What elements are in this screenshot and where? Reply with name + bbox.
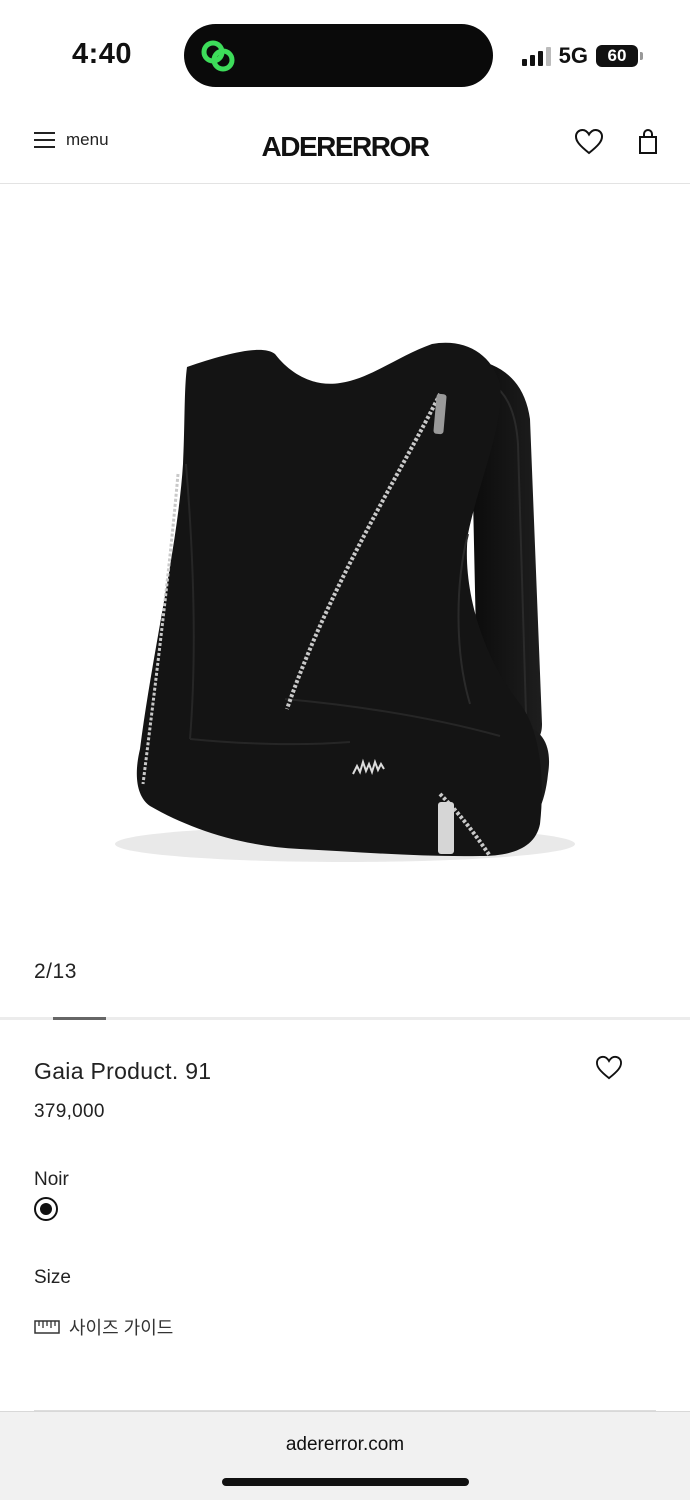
product-price: 379,000 (34, 1101, 105, 1122)
heart-icon[interactable] (595, 1055, 623, 1080)
url-label[interactable]: adererror.com (0, 1434, 690, 1456)
dynamic-island (184, 24, 493, 87)
heart-icon[interactable] (574, 128, 604, 155)
image-counter: 2/13 (34, 960, 77, 983)
image-progress-thumb[interactable] (53, 1017, 106, 1020)
ruler-icon (34, 1320, 60, 1334)
size-guide-link[interactable]: 사이즈 가이드 (34, 1314, 173, 1340)
size-label: Size (34, 1267, 71, 1288)
color-swatch-noir[interactable] (34, 1197, 58, 1221)
network-label: 5G (558, 43, 588, 68)
link-rings-icon (201, 40, 235, 72)
signal-icon (521, 46, 551, 66)
backpack-illustration (115, 342, 575, 862)
hamburger-icon (34, 132, 55, 148)
menu-button[interactable]: menu (34, 130, 109, 150)
home-indicator[interactable] (222, 1478, 469, 1486)
browser-address-bar: adererror.com (0, 1411, 690, 1500)
brand-logo[interactable]: ADERERROR (250, 130, 440, 162)
size-guide-label: 사이즈 가이드 (69, 1318, 174, 1338)
status-bar: 4:40 5G 60 (0, 0, 690, 100)
menu-label: menu (66, 130, 109, 149)
status-indicators: 5G 60 (521, 43, 643, 69)
header-actions (574, 128, 658, 155)
brand-wordmark: ADERERROR (262, 131, 430, 162)
battery-level: 60 (607, 46, 627, 65)
product-image[interactable] (0, 184, 690, 954)
battery-icon: 60 (596, 45, 643, 67)
color-label: Noir (34, 1169, 69, 1190)
product-name: Gaia Product. 91 (34, 1058, 212, 1084)
shopping-bag-icon[interactable] (638, 128, 658, 155)
status-time: 4:40 (72, 38, 133, 70)
